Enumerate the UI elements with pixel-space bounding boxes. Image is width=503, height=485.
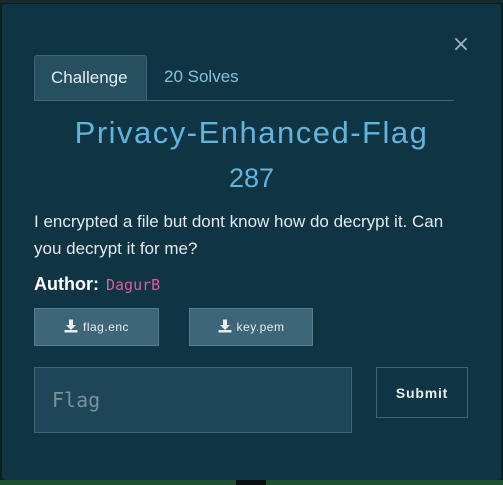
challenge-title: Privacy-Enhanced-Flag bbox=[74, 115, 429, 150]
bottom-strip-mark bbox=[236, 480, 266, 485]
tab-solves[interactable]: 20 Solves bbox=[148, 55, 255, 99]
author-label: Author: bbox=[34, 274, 99, 294]
download-key-pem-button[interactable]: key.pem bbox=[189, 308, 313, 346]
submit-button[interactable]: Submit bbox=[376, 367, 468, 418]
tab-challenge[interactable]: Challenge bbox=[34, 55, 147, 100]
author-name: DagurB bbox=[106, 276, 161, 294]
flag-input[interactable] bbox=[34, 367, 352, 433]
top-strip bbox=[0, 0, 503, 3]
challenge-points: 287 bbox=[228, 163, 275, 193]
download-icon bbox=[218, 319, 232, 333]
download-flag-enc-button[interactable]: flag.enc bbox=[34, 308, 159, 346]
file-label: flag.enc bbox=[82, 320, 130, 334]
close-button[interactable]: × bbox=[451, 33, 471, 57]
download-icon bbox=[64, 319, 78, 333]
challenge-description: I encrypted a file but dont know how do … bbox=[34, 212, 444, 258]
challenge-tabs: Challenge 20 Solves bbox=[34, 55, 454, 101]
file-label: key.pem bbox=[236, 320, 285, 334]
author-line: Author: DagurB bbox=[34, 274, 160, 295]
bottom-strip bbox=[0, 480, 503, 485]
